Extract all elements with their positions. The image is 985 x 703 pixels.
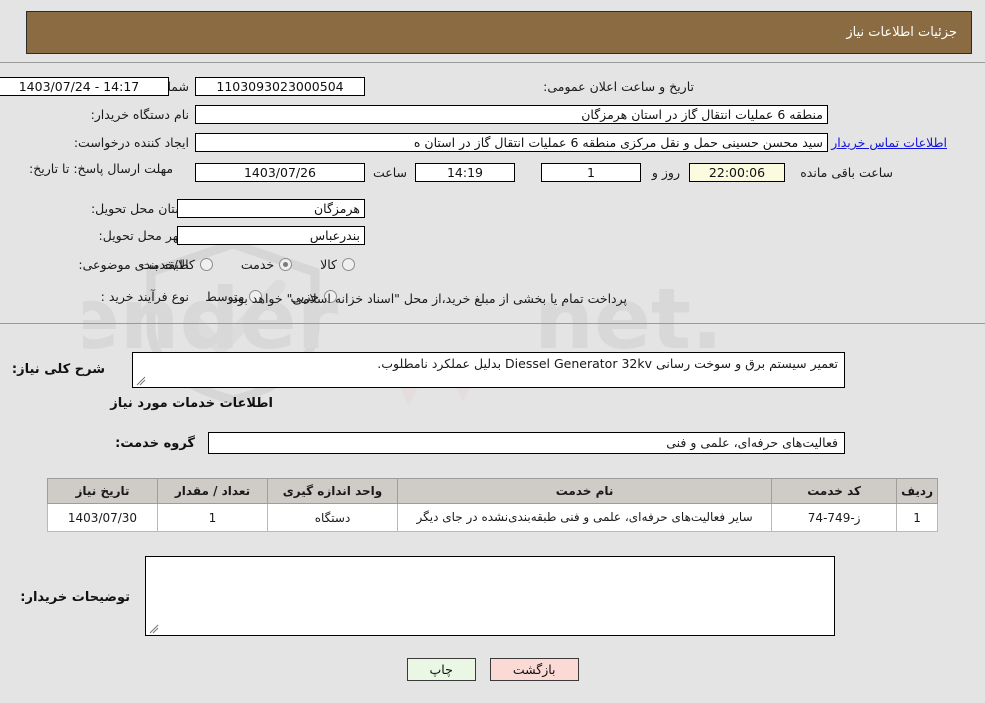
announce-datetime-label: تاریخ و ساعت اعلان عمومی: bbox=[543, 79, 694, 94]
announce-datetime-value: 14:17 - 1403/07/24 bbox=[0, 77, 169, 96]
category-option-khedmat[interactable]: خدمت bbox=[240, 257, 293, 272]
days-label: روز و bbox=[651, 165, 680, 180]
th-service-name: نام خدمت bbox=[396, 478, 773, 504]
th-quantity: تعداد / مقدار bbox=[157, 478, 268, 504]
service-group-value: فعالیت‌های حرفه‌ای، علمی و فنی bbox=[208, 432, 845, 454]
buyer-org-row: نام دستگاه خریدار: bbox=[91, 107, 189, 122]
days-remaining-value: 1 bbox=[541, 163, 641, 182]
th-need-date: تاریخ نیاز bbox=[47, 478, 158, 504]
radio-kala-icon[interactable] bbox=[342, 258, 355, 271]
treasury-note: پرداخت تمام یا بخشی از مبلغ خرید،از محل … bbox=[228, 291, 627, 306]
category-radio-group: کالا خدمت کالا/خدمت bbox=[140, 257, 355, 272]
requester-value: سید محسن حسینی حمل و نقل مرکزی منطقه 6 ع… bbox=[195, 133, 828, 152]
cell-unit: دستگاه bbox=[267, 502, 398, 533]
category-option-kala[interactable]: کالا bbox=[320, 257, 355, 272]
resize-grip-icon-notes[interactable] bbox=[149, 624, 159, 634]
print-button[interactable]: چاپ bbox=[406, 658, 476, 681]
services-table-wrap: ردیف کد خدمت نام خدمت واحد اندازه گیری ت… bbox=[47, 478, 938, 533]
hour-label: ساعت bbox=[372, 165, 407, 180]
category-option-khedmat-label: خدمت bbox=[240, 257, 275, 272]
radio-khedmat-icon[interactable] bbox=[279, 258, 293, 271]
requester-label: ایجاد کننده درخواست: bbox=[73, 135, 189, 150]
city-label: شهر محل تحویل: bbox=[98, 228, 189, 243]
buyer-org-value: منطقه 6 عملیات انتقال گاز در استان هرمزگ… bbox=[195, 105, 828, 124]
services-table: ردیف کد خدمت نام خدمت واحد اندازه گیری ت… bbox=[47, 478, 938, 533]
service-group-label: گروه خدمت: bbox=[115, 436, 195, 451]
buyer-contact-link[interactable]: اطلاعات تماس خریدار bbox=[831, 135, 947, 150]
requester-row: ایجاد کننده درخواست: bbox=[74, 135, 189, 150]
province-value: هرمزگان bbox=[177, 199, 365, 218]
cell-service-code: ز-749-74 bbox=[771, 502, 898, 533]
summary-label: شرح کلی نیاز: bbox=[11, 362, 105, 377]
province-row: استان محل تحویل: bbox=[91, 201, 189, 216]
category-option-kala-khedmat[interactable]: کالا/خدمت bbox=[140, 257, 213, 272]
th-service-code: کد خدمت bbox=[771, 478, 898, 504]
process-type-label: نوع فرآیند خرید : bbox=[100, 289, 189, 304]
summary-text: تعمیر سیستم برق و سوخت رسانی Diessel Gen… bbox=[377, 356, 838, 371]
process-row-label: نوع فرآیند خرید : bbox=[101, 289, 189, 304]
footer-button-bar: بازگشت چاپ bbox=[0, 658, 985, 681]
announce-label-wrap: تاریخ و ساعت اعلان عمومی: bbox=[543, 79, 694, 94]
summary-textarea[interactable]: تعمیر سیستم برق و سوخت رسانی Diessel Gen… bbox=[132, 352, 845, 388]
buyer-org-label: نام دستگاه خریدار: bbox=[90, 107, 189, 122]
table-header-row: ردیف کد خدمت نام خدمت واحد اندازه گیری ت… bbox=[47, 478, 938, 504]
remaining-label: ساعت باقی مانده bbox=[800, 165, 893, 180]
province-label: استان محل تحویل: bbox=[90, 201, 189, 216]
cell-need-date: 1403/07/30 bbox=[47, 502, 158, 533]
table-row: 1 ز-749-74 سایر فعالیت‌های حرفه‌ای، علمی… bbox=[47, 502, 938, 533]
th-unit: واحد اندازه گیری bbox=[267, 478, 398, 504]
cell-row-no: 1 bbox=[896, 502, 938, 533]
page-header: جزئیات اطلاعات نیاز bbox=[26, 11, 972, 54]
deadline-label-wrap: مهلت ارسال پاسخ: تا تاریخ: bbox=[29, 161, 189, 177]
th-row-no: ردیف bbox=[896, 478, 938, 504]
countdown-value: 22:00:06 bbox=[689, 163, 785, 182]
category-option-kala-khedmat-label: کالا/خدمت bbox=[140, 257, 195, 272]
need-info-form: شماره نیاز: 1103093023000504 تاریخ و ساع… bbox=[0, 62, 985, 324]
back-button[interactable]: بازگشت bbox=[489, 658, 579, 681]
page-title: جزئیات اطلاعات نیاز bbox=[846, 25, 957, 40]
need-number-value: 1103093023000504 bbox=[195, 77, 365, 96]
city-row: شهر محل تحویل: bbox=[99, 228, 189, 243]
deadline-label: مهلت ارسال پاسخ: تا تاریخ: bbox=[29, 161, 174, 176]
deadline-time-value: 14:19 bbox=[415, 163, 515, 182]
page-root: AriaTender .net جزئیات اطلاعات نیاز شمار… bbox=[0, 0, 985, 703]
cell-service-name: سایر فعالیت‌های حرفه‌ای، علمی و فنی طبقه… bbox=[396, 502, 773, 533]
category-option-kala-label: کالا bbox=[320, 257, 337, 272]
cell-quantity: 1 bbox=[157, 502, 268, 533]
resize-grip-icon[interactable] bbox=[136, 376, 146, 386]
buyer-notes-textarea[interactable] bbox=[145, 556, 835, 636]
services-heading: اطلاعات خدمات مورد نیاز bbox=[110, 396, 273, 411]
city-value: بندرعباس bbox=[177, 226, 365, 245]
radio-kala-khedmat-icon[interactable] bbox=[199, 258, 213, 271]
buyer-notes-label: توضیحات خریدار: bbox=[20, 590, 130, 605]
deadline-date-value: 1403/07/26 bbox=[195, 163, 365, 182]
